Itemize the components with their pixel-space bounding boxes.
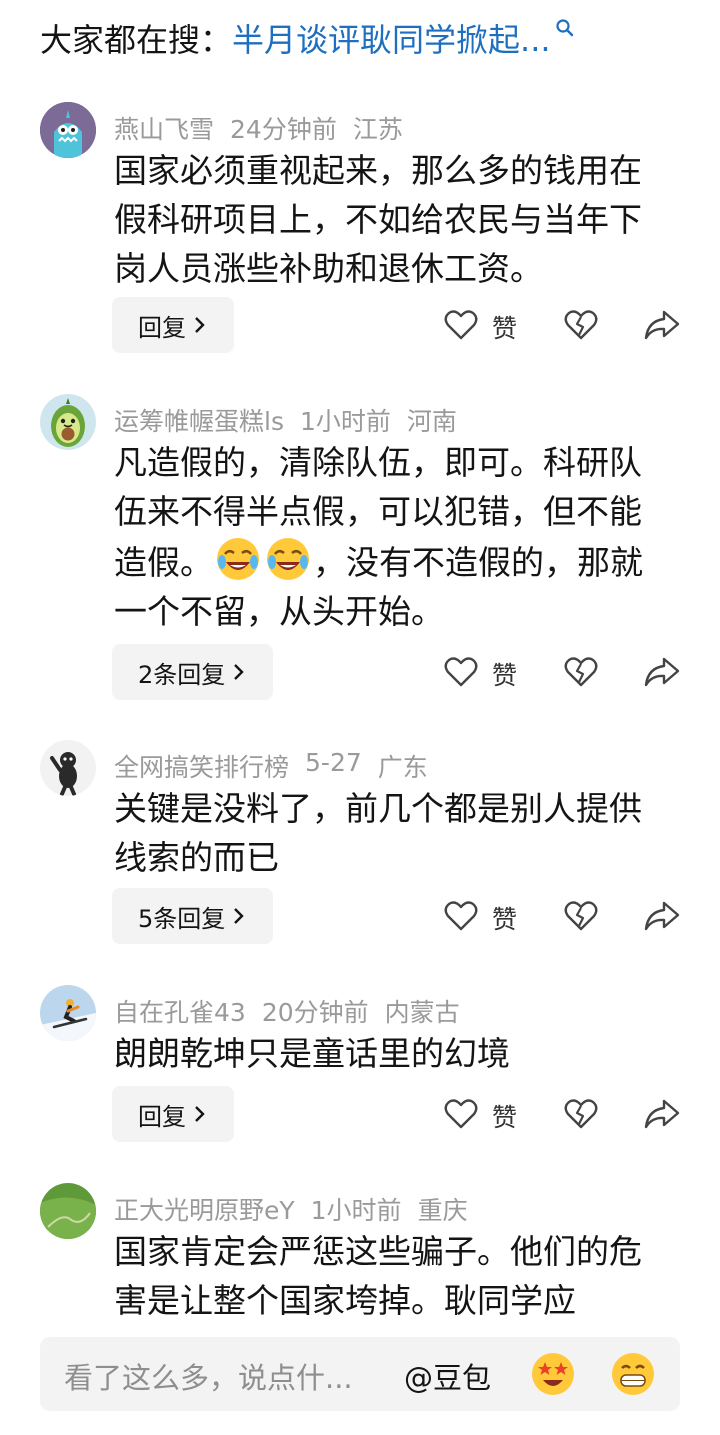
like-label[interactable]: 赞: [492, 656, 517, 692]
chevron-right-icon: [234, 908, 244, 924]
user-avatar[interactable]: [40, 740, 96, 796]
comment-input[interactable]: 看了这么多，说点什...: [64, 1355, 353, 1397]
reply-label: 回复: [138, 1102, 186, 1131]
hot-search-link[interactable]: 半月谈评耿同学掀起...: [232, 15, 551, 61]
comment-time: 24分钟前: [230, 115, 337, 144]
broken-heart-icon[interactable]: [564, 309, 598, 341]
hot-search-prefix: 大家都在搜：: [40, 21, 233, 59]
heart-icon[interactable]: [444, 309, 478, 341]
like-label[interactable]: 赞: [492, 309, 517, 345]
laugh-cry-emoji-icon: [267, 538, 309, 580]
reply-button[interactable]: 2条回复: [112, 644, 274, 700]
comment-meta: 全网搞笑排行榜 5-27 广东: [114, 748, 428, 784]
mention-button[interactable]: @豆包: [404, 1355, 491, 1397]
comment-text: 凡造假的，清除队伍，即可。科研队伍来不得半点假，可以犯错，但不能造假。 ，没有不造…: [114, 438, 674, 636]
heart-icon[interactable]: [444, 900, 478, 932]
username[interactable]: 全网搞笑排行榜: [114, 748, 289, 784]
search-icon[interactable]: [555, 18, 575, 40]
chevron-right-icon: [195, 1106, 205, 1122]
broken-heart-icon[interactable]: [564, 900, 598, 932]
reply-button[interactable]: 5条回复: [112, 888, 274, 944]
grin-emoji-icon[interactable]: [610, 1351, 656, 1397]
comment-actions: 赞: [440, 644, 680, 700]
chevron-right-icon: [234, 664, 244, 680]
comment-time: 1小时前: [299, 407, 391, 436]
comment-time: 5-27: [305, 748, 362, 777]
reply-button[interactable]: 回复: [112, 1086, 234, 1142]
share-icon[interactable]: [644, 1098, 680, 1130]
grassland-avatar-icon: [40, 1183, 96, 1239]
comment-actions: 赞: [440, 1086, 680, 1142]
like-label[interactable]: 赞: [492, 1098, 517, 1134]
comment-location: 广东: [377, 753, 428, 782]
comment-text: 关键是没料了，前几个都是别人提供线索的而已: [114, 789, 642, 877]
username[interactable]: 正大光明原野eY: [114, 1191, 295, 1227]
comment-text: 国家肯定会严惩这些骗子。他们的危害是让整个国家垮掉。耿同学应: [114, 1232, 642, 1320]
chevron-right-icon: [195, 317, 205, 333]
heart-icon[interactable]: [444, 1098, 478, 1130]
comment-location: 内蒙古: [384, 998, 460, 1027]
laugh-cry-emoji-icon: [217, 538, 259, 580]
user-avatar[interactable]: [40, 1183, 96, 1239]
hot-search-banner[interactable]: 大家都在搜： 半月谈评耿同学掀起...: [40, 14, 575, 62]
comment-actions: 赞: [440, 888, 680, 944]
user-avatar[interactable]: [40, 394, 96, 450]
share-icon[interactable]: [644, 900, 680, 932]
comment-location: 江苏: [352, 115, 403, 144]
comment-text: 朗朗乾坤只是童话里的幻境: [114, 1034, 510, 1073]
share-icon[interactable]: [644, 309, 680, 341]
cartoon-figure-avatar-icon: [40, 740, 96, 796]
comment-meta: 正大光明原野eY 1小时前 重庆: [114, 1191, 468, 1227]
comment-text: 国家必须重视起来，那么多的钱用在假科研项目上，不如给农民与当年下岗人员涨些补助和…: [114, 151, 642, 288]
reply-button[interactable]: 回复: [112, 297, 234, 353]
comment-input-bar: 看了这么多，说点什... @豆包: [40, 1337, 680, 1411]
comment-time: 1小时前: [310, 1196, 402, 1225]
avocado-avatar-icon: [40, 394, 96, 450]
comment-meta: 燕山飞雪 24分钟前 江苏: [114, 110, 403, 146]
comment-location: 河南: [406, 407, 457, 436]
share-icon[interactable]: [644, 656, 680, 688]
comment-time: 20分钟前: [261, 998, 369, 1027]
reply-label: 5条回复: [138, 904, 226, 933]
monster-avatar-icon: [40, 102, 96, 158]
reply-label: 2条回复: [138, 660, 226, 689]
username[interactable]: 燕山飞雪: [114, 110, 214, 146]
comment-meta: 运筹帷幄蛋糕ls 1小时前 河南: [114, 402, 457, 438]
broken-heart-icon[interactable]: [564, 656, 598, 688]
user-avatar[interactable]: [40, 985, 96, 1041]
star-eyes-emoji-icon[interactable]: [530, 1351, 576, 1397]
comment-actions: 赞: [440, 297, 680, 353]
heart-icon[interactable]: [444, 656, 478, 688]
comment-meta: 自在孔雀43 20分钟前 内蒙古: [114, 993, 460, 1029]
like-label[interactable]: 赞: [492, 900, 517, 936]
user-avatar[interactable]: [40, 102, 96, 158]
reply-label: 回复: [138, 313, 186, 342]
username[interactable]: 运筹帷幄蛋糕ls: [114, 402, 284, 438]
username[interactable]: 自在孔雀43: [114, 993, 246, 1029]
broken-heart-icon[interactable]: [564, 1098, 598, 1130]
comment-location: 重庆: [417, 1196, 468, 1225]
skier-avatar-icon: [40, 985, 96, 1041]
